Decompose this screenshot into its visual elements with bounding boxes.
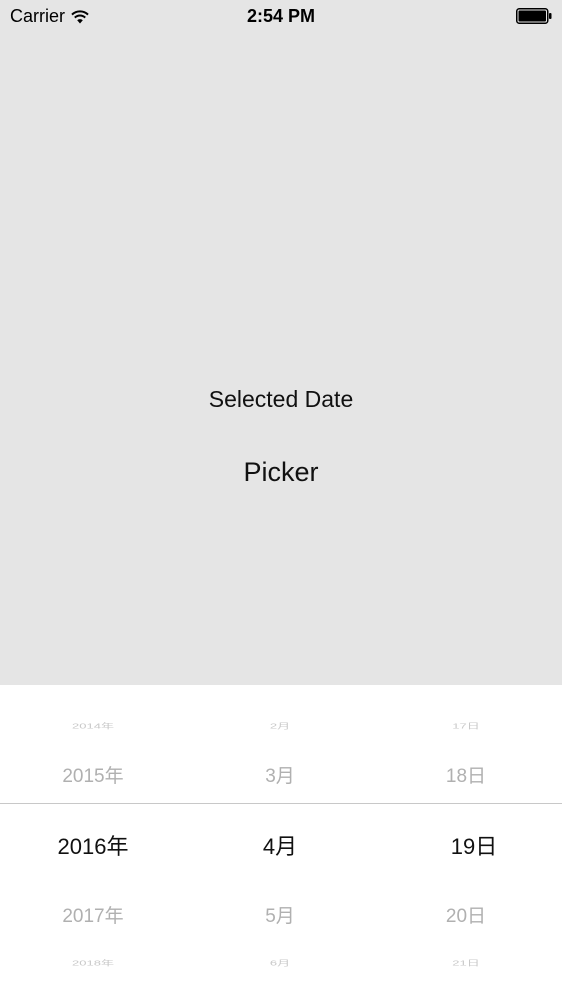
year-wheel[interactable]: 2014年 2015年 2016年 2017年 2018年 (3, 685, 183, 1000)
day-option[interactable]: 21日 (376, 957, 556, 967)
app-screen: Carrier 2:54 PM Selected Date Picker 201… (0, 0, 562, 1000)
date-picker[interactable]: 2014年 2015年 2016年 2017年 2018年 2月 3月 4月 5… (0, 685, 562, 1000)
month-option[interactable]: 3月 (190, 761, 370, 788)
month-option[interactable]: 2月 (190, 720, 370, 730)
day-option[interactable]: 20日 (376, 901, 556, 928)
year-option[interactable]: 2014年 (3, 720, 183, 730)
day-wheel[interactable]: 17日 18日 19日 20日 21日 (376, 685, 556, 1000)
day-option-selected[interactable]: 19日 (376, 829, 562, 861)
day-option[interactable]: 18日 (376, 761, 556, 788)
year-option[interactable]: 2015年 (3, 761, 183, 788)
year-option-selected[interactable]: 2016年 (3, 829, 183, 861)
year-option[interactable]: 2017年 (3, 901, 183, 928)
status-bar: Carrier 2:54 PM (0, 0, 562, 32)
selected-date-label: Selected Date (208, 386, 354, 412)
day-option[interactable]: 17日 (376, 720, 556, 730)
year-option[interactable]: 2018年 (3, 957, 183, 967)
month-option[interactable]: 6月 (190, 957, 370, 967)
status-time: 2:54 PM (246, 6, 316, 26)
month-wheel[interactable]: 2月 3月 4月 5月 6月 (190, 685, 370, 1000)
month-option[interactable]: 5月 (190, 901, 370, 928)
battery-icon (516, 8, 552, 24)
picker-label[interactable]: Picker (0, 457, 562, 488)
month-option-selected[interactable]: 4月 (190, 829, 370, 861)
